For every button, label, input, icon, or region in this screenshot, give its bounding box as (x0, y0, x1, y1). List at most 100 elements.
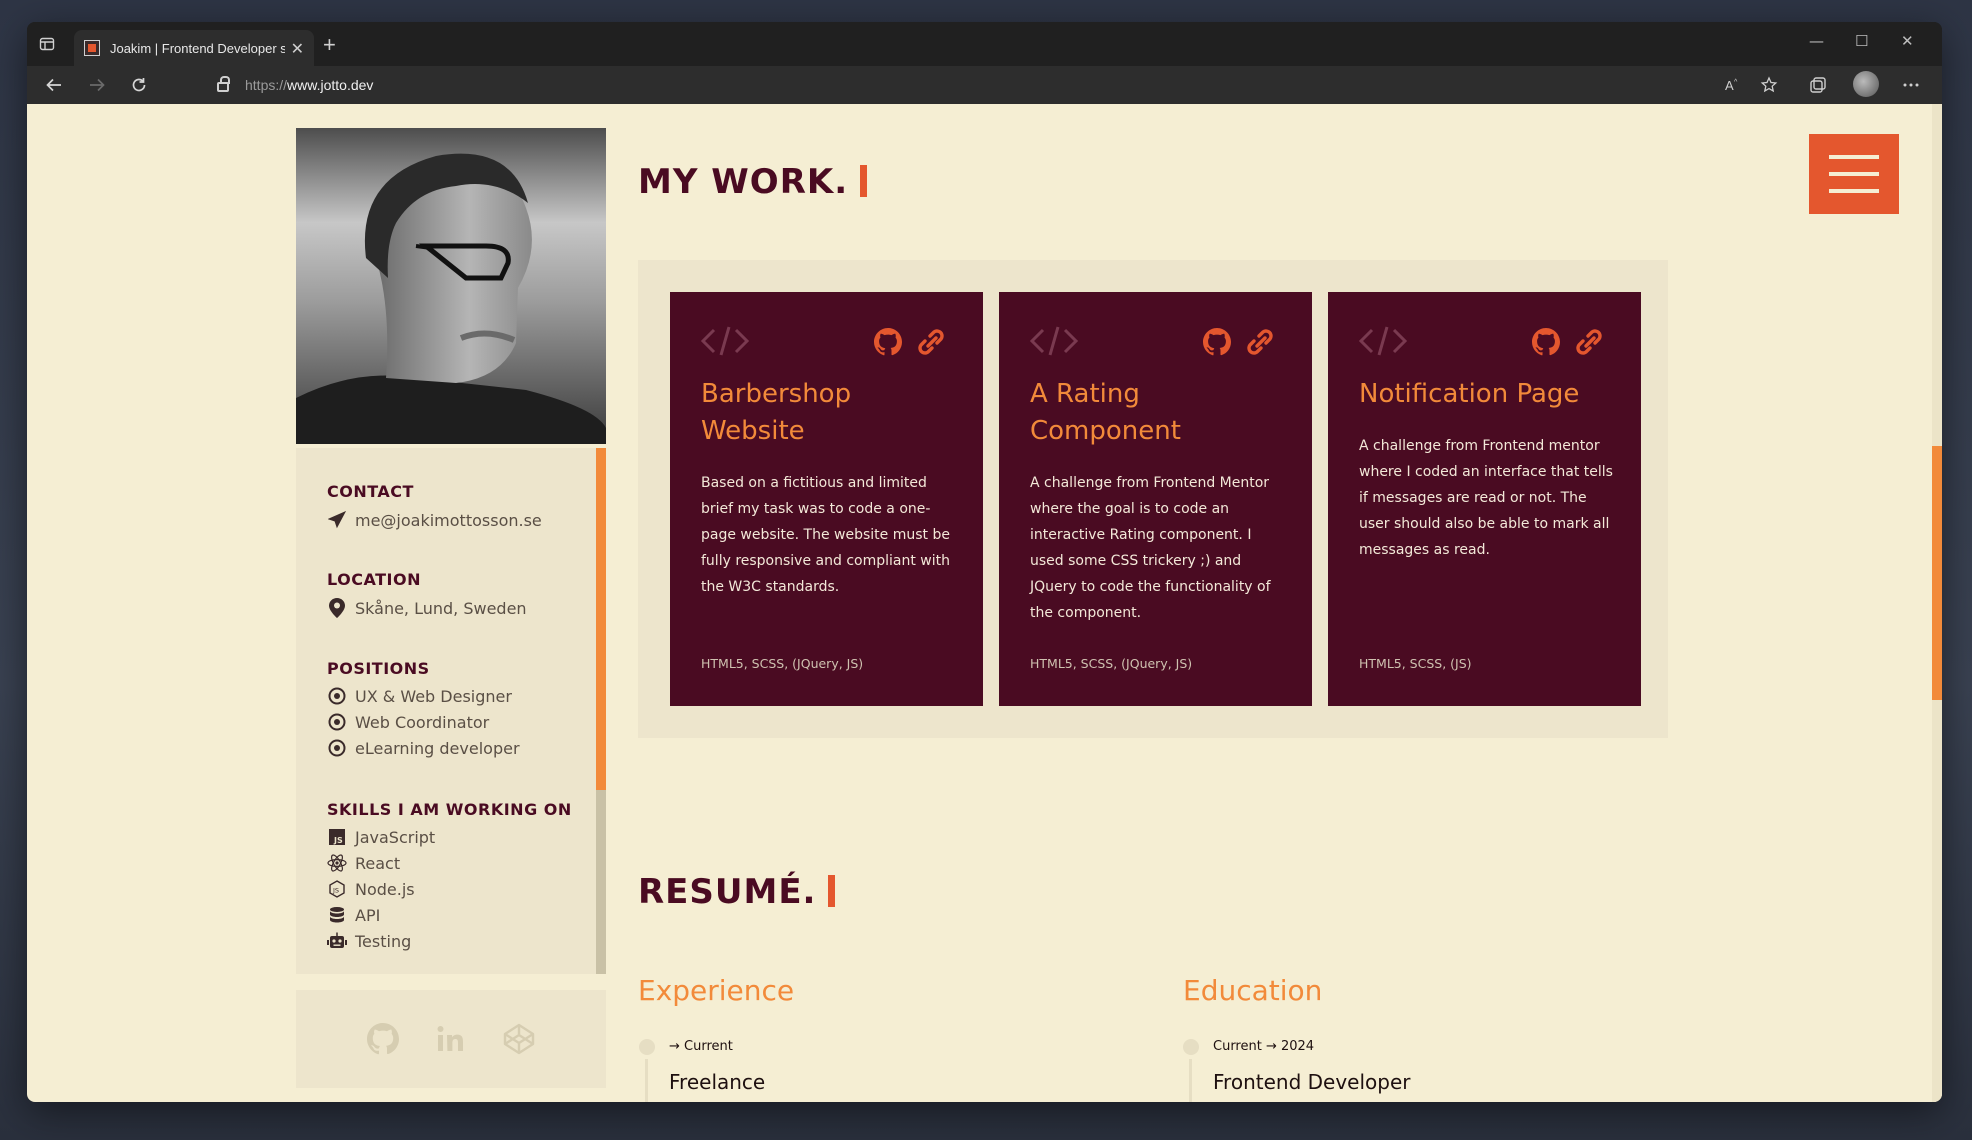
url-field[interactable]: https://www.jotto.dev (187, 70, 1707, 100)
contact-heading: CONTACT (327, 482, 414, 501)
card-description: A challenge from Frontend Mentor where t… (1030, 475, 1271, 621)
timeline-line (645, 1059, 648, 1102)
profile-avatar[interactable] (1853, 71, 1879, 97)
timeline-dot (639, 1039, 655, 1055)
skill-item: API (327, 905, 380, 925)
nodejs-icon: JS (327, 879, 347, 899)
close-window-button[interactable]: ✕ (1901, 32, 1914, 50)
back-arrow-icon[interactable] (41, 72, 67, 98)
card-title[interactable]: Barbershop Website (701, 376, 961, 450)
tab-title: Joakim | Frontend Developer stu (109, 40, 285, 56)
card-tech-stack: HTML5, SCSS, (JQuery, JS) (701, 656, 864, 671)
position-label: eLearning developer (355, 738, 520, 758)
github-icon[interactable] (1203, 328, 1231, 356)
page-scrollbar-thumb[interactable] (1932, 446, 1942, 700)
position-item: Web Coordinator (327, 712, 489, 732)
favorite-star-icon[interactable] (1757, 73, 1781, 97)
location-row: Skåne, Lund, Sweden (327, 598, 527, 618)
github-icon[interactable] (366, 1022, 400, 1056)
project-card: Notification Page A challenge from Front… (1328, 292, 1641, 706)
tab-bar: Joakim | Frontend Developer stu ✕ + — ☐ … (27, 22, 1942, 66)
minimize-button[interactable]: — (1809, 32, 1824, 50)
timeline-dot (1183, 1039, 1199, 1055)
card-title[interactable]: A Rating Component (1030, 376, 1290, 450)
card-title[interactable]: Notification Page (1359, 376, 1619, 413)
url-scheme: https:// (245, 77, 288, 93)
experience-role: Freelance (669, 1070, 766, 1094)
lock-icon (217, 76, 230, 92)
maximize-button[interactable]: ☐ (1855, 32, 1868, 50)
card-tech-stack: HTML5, SCSS, (JS) (1359, 656, 1472, 671)
tab-close-icon[interactable]: ✕ (291, 39, 304, 58)
position-item: UX & Web Designer (327, 686, 512, 706)
svg-text:^: ^ (1734, 79, 1738, 86)
linkedin-icon[interactable] (434, 1022, 468, 1056)
map-pin-icon (327, 598, 347, 618)
contact-email[interactable]: me@joakimottosson.se (355, 511, 542, 530)
education-heading: Education (1183, 974, 1323, 1007)
bullet-circle-icon (327, 712, 347, 732)
codepen-icon[interactable] (502, 1022, 536, 1056)
skill-label: Node.js (355, 879, 415, 899)
address-bar: https://www.jotto.dev A ^ (27, 66, 1942, 104)
project-card: Barbershop Website Based on a fictitious… (670, 292, 983, 706)
card-tech-stack: HTML5, SCSS, (JQuery, JS) (1030, 656, 1193, 671)
more-icon[interactable] (1899, 73, 1923, 97)
browser-tab-active[interactable]: Joakim | Frontend Developer stu ✕ (74, 30, 314, 66)
hamburger-menu-button[interactable] (1809, 134, 1899, 214)
code-brackets-icon (1029, 324, 1079, 358)
link-icon[interactable] (1243, 328, 1277, 356)
link-icon[interactable] (914, 328, 948, 356)
skill-item: Testing (327, 931, 411, 951)
bullet-circle-icon (327, 686, 347, 706)
profile-photo (296, 128, 606, 444)
paper-plane-icon (327, 510, 347, 530)
code-brackets-icon (1358, 324, 1408, 358)
education-role: Frontend Developer (1213, 1070, 1411, 1094)
browser-window: Joakim | Frontend Developer stu ✕ + — ☐ … (27, 22, 1942, 1102)
github-icon[interactable] (874, 328, 902, 356)
menu-bar (1829, 172, 1879, 176)
experience-date: → Current (669, 1039, 733, 1054)
work-section-title: MY WORK. (638, 162, 868, 202)
robot-icon (327, 931, 347, 951)
forward-arrow-icon[interactable] (84, 72, 110, 98)
skill-label: API (355, 905, 381, 925)
svg-text:JS: JS (332, 887, 339, 895)
site-favicon-icon (84, 40, 100, 56)
bullet-circle-icon (327, 738, 347, 758)
skill-item: JS JavaScript (327, 827, 435, 847)
resume-title-text: RESUMÉ. (638, 872, 817, 912)
sidebar-scroll-thumb[interactable] (596, 448, 606, 790)
svg-text:A: A (1725, 78, 1734, 93)
js-icon: JS (327, 827, 347, 847)
skill-item: React (327, 853, 400, 873)
collections-icon[interactable] (1806, 73, 1830, 97)
contact-email-row[interactable]: me@joakimottosson.se (327, 510, 542, 530)
location-text: Skåne, Lund, Sweden (355, 598, 527, 618)
tab-actions-icon[interactable] (35, 32, 59, 56)
timeline-line (1189, 1059, 1192, 1102)
project-card: A Rating Component A challenge from Fron… (999, 292, 1312, 706)
location-heading: LOCATION (327, 570, 421, 589)
new-tab-button[interactable]: + (323, 32, 336, 58)
react-icon (327, 853, 347, 873)
code-brackets-icon (700, 324, 750, 358)
position-item: eLearning developer (327, 738, 520, 758)
experience-heading: Experience (638, 974, 795, 1007)
menu-bar (1829, 189, 1879, 193)
card-description: Based on a fictitious and limited brief … (701, 475, 950, 595)
url-host: www.jotto.dev (287, 77, 374, 93)
skill-item: JS Node.js (327, 879, 415, 899)
work-title-text: MY WORK. (638, 162, 849, 202)
title-caret (828, 875, 836, 907)
menu-bar (1829, 155, 1879, 159)
skill-label: React (355, 853, 401, 873)
skill-label: Testing (355, 931, 412, 951)
title-caret (860, 165, 868, 197)
read-aloud-icon[interactable]: A ^ (1720, 73, 1744, 97)
github-icon[interactable] (1532, 328, 1560, 356)
link-icon[interactable] (1572, 328, 1606, 356)
refresh-icon[interactable] (126, 72, 152, 98)
card-description: A challenge from Frontend mentor where I… (1359, 438, 1613, 558)
